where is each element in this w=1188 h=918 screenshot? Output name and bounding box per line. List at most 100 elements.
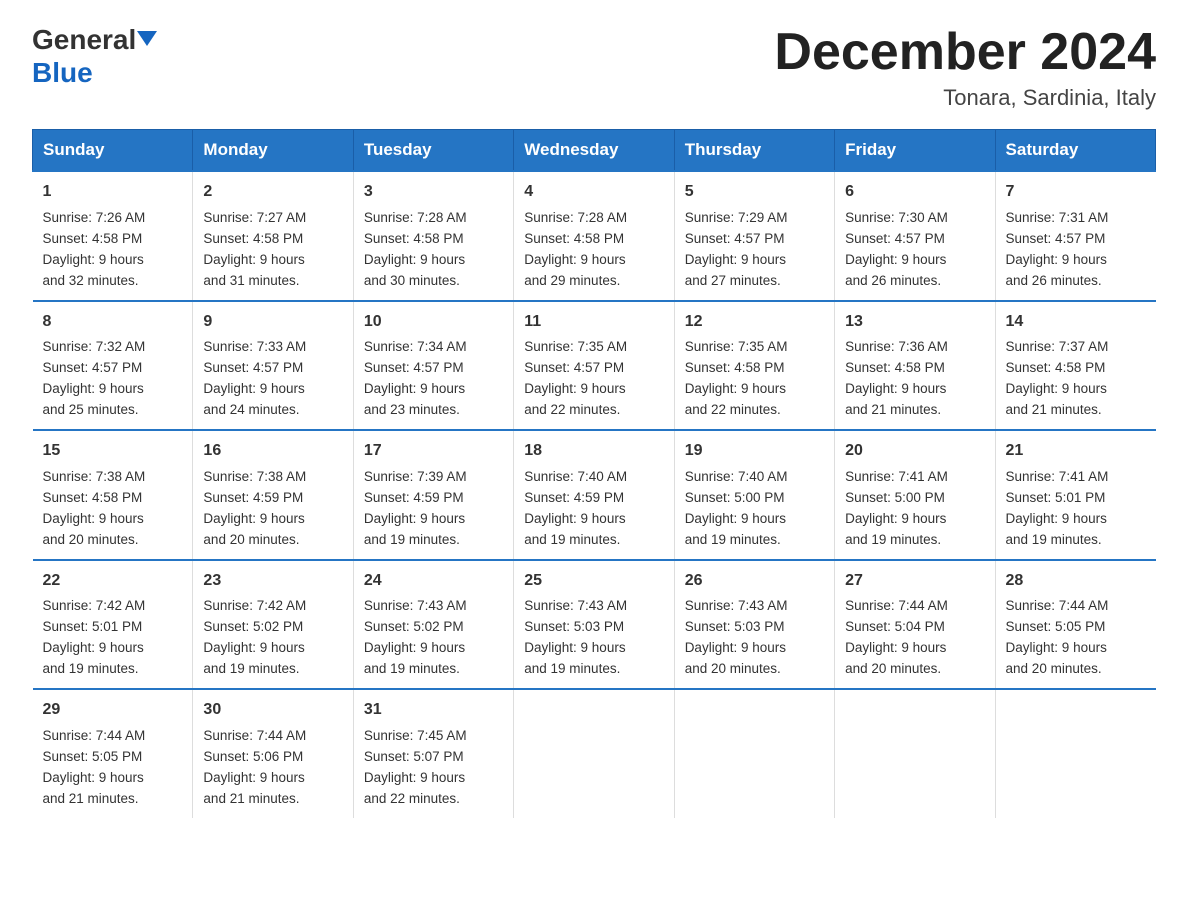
calendar-cell: 13Sunrise: 7:36 AMSunset: 4:58 PMDayligh… bbox=[835, 301, 995, 430]
weekday-header-saturday: Saturday bbox=[995, 130, 1155, 172]
day-number: 10 bbox=[364, 310, 503, 335]
cell-sunset: Sunset: 5:04 PM bbox=[845, 619, 945, 634]
cell-daylight-min: and 32 minutes. bbox=[43, 273, 139, 288]
calendar-cell: 10Sunrise: 7:34 AMSunset: 4:57 PMDayligh… bbox=[353, 301, 513, 430]
weekday-header-tuesday: Tuesday bbox=[353, 130, 513, 172]
cell-sunrise: Sunrise: 7:40 AM bbox=[685, 469, 788, 484]
cell-sunrise: Sunrise: 7:33 AM bbox=[203, 339, 306, 354]
cell-daylight: Daylight: 9 hours bbox=[43, 770, 144, 785]
day-number: 3 bbox=[364, 180, 503, 205]
cell-daylight: Daylight: 9 hours bbox=[685, 640, 786, 655]
cell-daylight: Daylight: 9 hours bbox=[43, 252, 144, 267]
day-number: 29 bbox=[43, 698, 183, 723]
cell-sunrise: Sunrise: 7:35 AM bbox=[685, 339, 788, 354]
cell-daylight-min: and 19 minutes. bbox=[203, 661, 299, 676]
cell-sunrise: Sunrise: 7:32 AM bbox=[43, 339, 146, 354]
day-number: 4 bbox=[524, 180, 663, 205]
calendar-cell: 31Sunrise: 7:45 AMSunset: 5:07 PMDayligh… bbox=[353, 689, 513, 817]
calendar-cell: 24Sunrise: 7:43 AMSunset: 5:02 PMDayligh… bbox=[353, 560, 513, 689]
cell-daylight-min: and 19 minutes. bbox=[364, 661, 460, 676]
calendar-table: SundayMondayTuesdayWednesdayThursdayFrid… bbox=[32, 129, 1156, 817]
cell-daylight-min: and 22 minutes. bbox=[364, 791, 460, 806]
cell-daylight-min: and 19 minutes. bbox=[524, 532, 620, 547]
cell-daylight: Daylight: 9 hours bbox=[364, 511, 465, 526]
cell-daylight-min: and 19 minutes. bbox=[845, 532, 941, 547]
calendar-cell: 1Sunrise: 7:26 AMSunset: 4:58 PMDaylight… bbox=[33, 171, 193, 300]
calendar-cell: 8Sunrise: 7:32 AMSunset: 4:57 PMDaylight… bbox=[33, 301, 193, 430]
cell-sunset: Sunset: 5:07 PM bbox=[364, 749, 464, 764]
calendar-cell: 18Sunrise: 7:40 AMSunset: 4:59 PMDayligh… bbox=[514, 430, 674, 559]
cell-sunset: Sunset: 4:59 PM bbox=[524, 490, 624, 505]
cell-sunrise: Sunrise: 7:38 AM bbox=[203, 469, 306, 484]
cell-daylight: Daylight: 9 hours bbox=[364, 252, 465, 267]
calendar-cell: 6Sunrise: 7:30 AMSunset: 4:57 PMDaylight… bbox=[835, 171, 995, 300]
weekday-header-wednesday: Wednesday bbox=[514, 130, 674, 172]
cell-sunset: Sunset: 5:03 PM bbox=[685, 619, 785, 634]
calendar-cell: 15Sunrise: 7:38 AMSunset: 4:58 PMDayligh… bbox=[33, 430, 193, 559]
cell-sunrise: Sunrise: 7:30 AM bbox=[845, 210, 948, 225]
calendar-cell bbox=[995, 689, 1155, 817]
cell-sunset: Sunset: 4:58 PM bbox=[685, 360, 785, 375]
cell-daylight: Daylight: 9 hours bbox=[845, 381, 946, 396]
calendar-cell: 12Sunrise: 7:35 AMSunset: 4:58 PMDayligh… bbox=[674, 301, 834, 430]
cell-daylight-min: and 19 minutes. bbox=[1006, 532, 1102, 547]
day-number: 20 bbox=[845, 439, 984, 464]
cell-sunrise: Sunrise: 7:40 AM bbox=[524, 469, 627, 484]
cell-daylight-min: and 26 minutes. bbox=[1006, 273, 1102, 288]
calendar-cell: 5Sunrise: 7:29 AMSunset: 4:57 PMDaylight… bbox=[674, 171, 834, 300]
cell-daylight: Daylight: 9 hours bbox=[845, 511, 946, 526]
cell-daylight: Daylight: 9 hours bbox=[524, 381, 625, 396]
cell-sunset: Sunset: 4:57 PM bbox=[364, 360, 464, 375]
day-number: 14 bbox=[1006, 310, 1146, 335]
calendar-cell: 11Sunrise: 7:35 AMSunset: 4:57 PMDayligh… bbox=[514, 301, 674, 430]
cell-daylight-min: and 23 minutes. bbox=[364, 402, 460, 417]
weekday-header-thursday: Thursday bbox=[674, 130, 834, 172]
cell-daylight-min: and 20 minutes. bbox=[845, 661, 941, 676]
cell-sunset: Sunset: 5:00 PM bbox=[685, 490, 785, 505]
cell-daylight: Daylight: 9 hours bbox=[203, 252, 304, 267]
weekday-header-sunday: Sunday bbox=[33, 130, 193, 172]
cell-daylight-min: and 21 minutes. bbox=[43, 791, 139, 806]
cell-sunset: Sunset: 4:58 PM bbox=[1006, 360, 1106, 375]
cell-sunset: Sunset: 4:57 PM bbox=[685, 231, 785, 246]
day-number: 7 bbox=[1006, 180, 1146, 205]
cell-sunset: Sunset: 4:58 PM bbox=[203, 231, 303, 246]
calendar-cell: 9Sunrise: 7:33 AMSunset: 4:57 PMDaylight… bbox=[193, 301, 353, 430]
calendar-cell: 7Sunrise: 7:31 AMSunset: 4:57 PMDaylight… bbox=[995, 171, 1155, 300]
cell-sunset: Sunset: 4:58 PM bbox=[524, 231, 624, 246]
day-number: 16 bbox=[203, 439, 342, 464]
cell-daylight: Daylight: 9 hours bbox=[43, 640, 144, 655]
cell-sunrise: Sunrise: 7:41 AM bbox=[1006, 469, 1109, 484]
day-number: 8 bbox=[43, 310, 183, 335]
day-number: 22 bbox=[43, 569, 183, 594]
cell-sunrise: Sunrise: 7:28 AM bbox=[364, 210, 467, 225]
cell-daylight-min: and 29 minutes. bbox=[524, 273, 620, 288]
cell-sunset: Sunset: 4:57 PM bbox=[43, 360, 143, 375]
cell-sunrise: Sunrise: 7:37 AM bbox=[1006, 339, 1109, 354]
cell-daylight-min: and 21 minutes. bbox=[203, 791, 299, 806]
cell-sunrise: Sunrise: 7:26 AM bbox=[43, 210, 146, 225]
cell-daylight-min: and 20 minutes. bbox=[43, 532, 139, 547]
day-number: 18 bbox=[524, 439, 663, 464]
cell-sunrise: Sunrise: 7:28 AM bbox=[524, 210, 627, 225]
day-number: 24 bbox=[364, 569, 503, 594]
calendar-week-row: 29Sunrise: 7:44 AMSunset: 5:05 PMDayligh… bbox=[33, 689, 1156, 817]
day-number: 11 bbox=[524, 310, 663, 335]
weekday-header-friday: Friday bbox=[835, 130, 995, 172]
cell-sunset: Sunset: 4:57 PM bbox=[1006, 231, 1106, 246]
calendar-cell: 29Sunrise: 7:44 AMSunset: 5:05 PMDayligh… bbox=[33, 689, 193, 817]
calendar-cell: 23Sunrise: 7:42 AMSunset: 5:02 PMDayligh… bbox=[193, 560, 353, 689]
calendar-cell bbox=[514, 689, 674, 817]
cell-daylight: Daylight: 9 hours bbox=[1006, 511, 1107, 526]
cell-daylight-min: and 24 minutes. bbox=[203, 402, 299, 417]
cell-daylight-min: and 25 minutes. bbox=[43, 402, 139, 417]
day-number: 13 bbox=[845, 310, 984, 335]
cell-sunrise: Sunrise: 7:43 AM bbox=[364, 598, 467, 613]
cell-daylight: Daylight: 9 hours bbox=[685, 511, 786, 526]
cell-daylight-min: and 22 minutes. bbox=[524, 402, 620, 417]
day-number: 17 bbox=[364, 439, 503, 464]
day-number: 6 bbox=[845, 180, 984, 205]
cell-daylight: Daylight: 9 hours bbox=[685, 252, 786, 267]
logo-general-text: General bbox=[32, 24, 136, 56]
cell-daylight: Daylight: 9 hours bbox=[845, 640, 946, 655]
